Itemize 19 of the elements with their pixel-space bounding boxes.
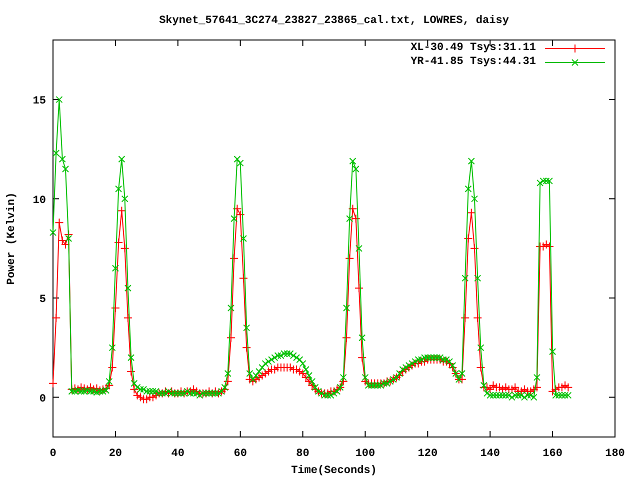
x-tick-label: 160 xyxy=(542,448,562,460)
chart-title: Skynet_57641_3C274_23827_23865_cal.txt, LOWRES, daisy xyxy=(159,15,509,27)
x-tick-label: 120 xyxy=(418,448,438,460)
x-tick-label: 80 xyxy=(296,448,310,460)
x-tick-label: 40 xyxy=(171,448,184,460)
legend-label: XL-30.49 Tsys:31.11 xyxy=(410,42,536,55)
legend-label: YR-41.85 Tsys:44.31 xyxy=(410,56,536,69)
x-tick-label: 0 xyxy=(50,448,56,460)
x-tick-label: 100 xyxy=(355,448,376,460)
x-tick-label: 140 xyxy=(480,448,500,460)
x-tick-label: 20 xyxy=(108,448,122,460)
y-tick-label: 0 xyxy=(39,393,46,406)
y-tick-label: 15 xyxy=(32,96,46,108)
y-tick-label: 10 xyxy=(32,194,46,207)
x-tick-label: 180 xyxy=(605,448,625,460)
y-tick-label: 5 xyxy=(39,294,46,306)
x-axis-label: Time(Seconds) xyxy=(291,465,377,477)
y-axis-label: Power (Kelvin) xyxy=(6,192,18,285)
x-tick-label: 60 xyxy=(234,448,247,460)
